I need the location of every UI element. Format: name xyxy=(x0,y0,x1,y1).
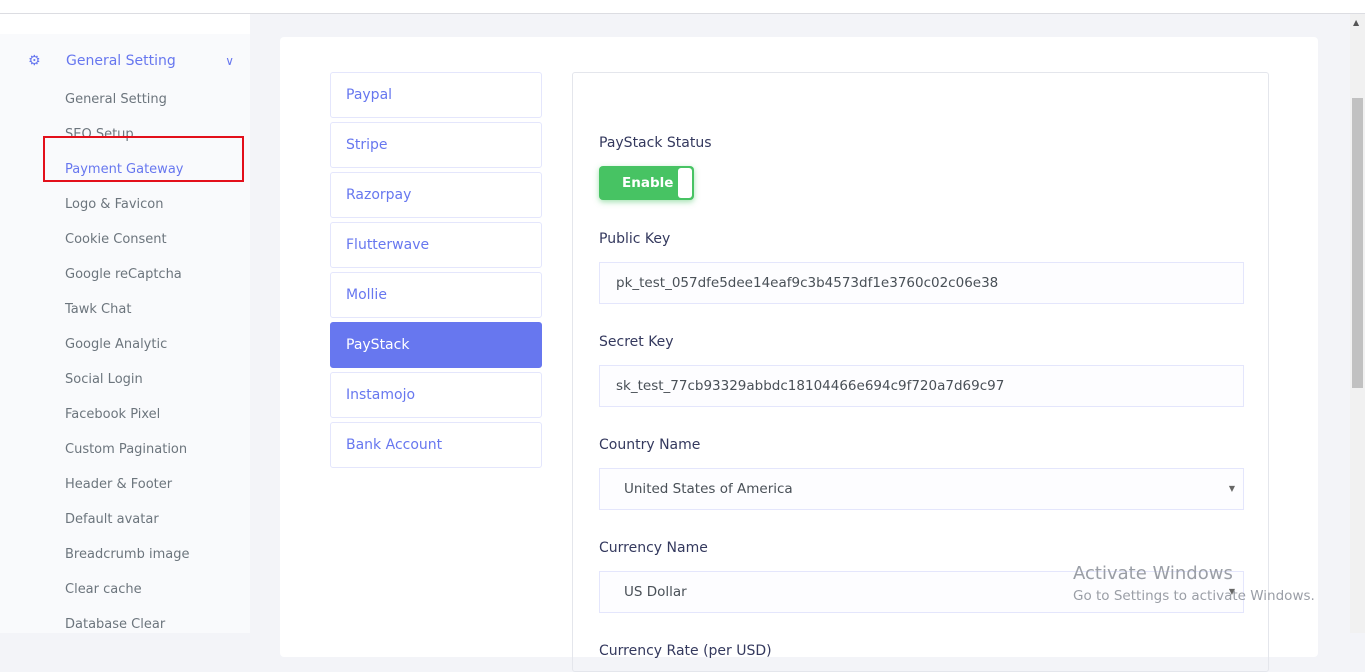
currency-label: Currency Name xyxy=(599,540,708,556)
tab-paypal[interactable]: Paypal xyxy=(330,72,542,118)
sidebar-item[interactable]: Google Analytic xyxy=(65,337,167,352)
sidebar-submenu xyxy=(0,34,250,633)
country-select[interactable]: United States of America ▼ xyxy=(599,468,1244,510)
sidebar-item[interactable]: Cookie Consent xyxy=(65,232,167,247)
toggle-knob xyxy=(678,168,692,198)
sidebar-item[interactable]: Header & Footer xyxy=(65,477,172,492)
sidebar-item[interactable]: Social Login xyxy=(65,372,143,387)
sidebar-item[interactable]: General Setting xyxy=(65,92,167,107)
sidebar-item[interactable]: Tawk Chat xyxy=(65,302,131,317)
country-value: United States of America xyxy=(624,481,793,497)
status-toggle[interactable]: Enable xyxy=(599,166,694,200)
highlight-box xyxy=(43,136,244,182)
sidebar-item[interactable]: Clear cache xyxy=(65,582,142,597)
tab-razorpay[interactable]: Razorpay xyxy=(330,172,542,218)
sidebar-item[interactable]: Custom Pagination xyxy=(65,442,187,457)
currency-rate-label: Currency Rate (per USD) xyxy=(599,643,772,659)
tab-bank-account[interactable]: Bank Account xyxy=(330,422,542,468)
sidebar-item[interactable]: Default avatar xyxy=(65,512,159,527)
scroll-up-icon[interactable]: ▲ xyxy=(1353,18,1359,27)
chevron-down-icon: ∨ xyxy=(225,54,234,68)
tab-stripe[interactable]: Stripe xyxy=(330,122,542,168)
secret-key-input[interactable]: sk_test_77cb93329abbdc18104466e694c9f720… xyxy=(599,365,1244,407)
caret-down-icon: ▼ xyxy=(1229,484,1235,493)
sidebar-group-general-setting[interactable]: ⚙ General Setting ∨ xyxy=(28,51,238,71)
status-label: PayStack Status xyxy=(599,135,712,151)
public-key-input[interactable]: pk_test_057dfe5dee14eaf9c3b4573df1e3760c… xyxy=(599,262,1244,304)
sidebar: ⚙ General Setting ∨ General SettingSEO S… xyxy=(0,14,250,633)
toggle-label: Enable xyxy=(622,175,673,191)
sidebar-group-label: General Setting xyxy=(66,53,176,69)
gear-icon: ⚙ xyxy=(28,53,42,69)
sidebar-item[interactable]: Breadcrumb image xyxy=(65,547,189,562)
tab-instamojo[interactable]: Instamojo xyxy=(330,372,542,418)
scrollbar[interactable]: ▲ xyxy=(1350,14,1365,633)
tab-flutterwave[interactable]: Flutterwave xyxy=(330,222,542,268)
watermark-title: Activate Windows xyxy=(1073,563,1233,584)
public-key-label: Public Key xyxy=(599,231,670,247)
scrollbar-thumb[interactable] xyxy=(1352,98,1363,388)
sidebar-item[interactable]: Logo & Favicon xyxy=(65,197,163,212)
sidebar-item[interactable]: Google reCaptcha xyxy=(65,267,182,282)
sidebar-item[interactable]: Database Clear xyxy=(65,617,165,632)
tab-mollie[interactable]: Mollie xyxy=(330,272,542,318)
browser-bookmarks-bar xyxy=(0,0,1365,14)
tab-paystack[interactable]: PayStack xyxy=(330,322,542,368)
watermark-subtitle: Go to Settings to activate Windows. xyxy=(1073,588,1315,604)
sidebar-item[interactable]: Facebook Pixel xyxy=(65,407,160,422)
secret-key-label: Secret Key xyxy=(599,334,674,350)
currency-value: US Dollar xyxy=(624,584,687,600)
country-label: Country Name xyxy=(599,437,700,453)
